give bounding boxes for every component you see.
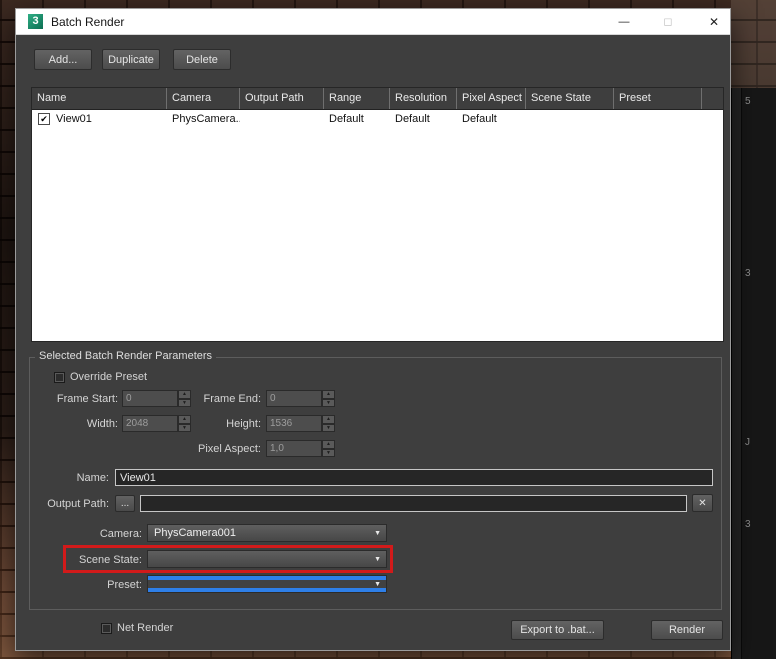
chevron-down-icon: ▼ [374,556,381,564]
row-enabled-checkbox[interactable]: ✔ [38,113,50,125]
background-text-fragment: J [745,437,750,448]
browse-button[interactable]: ... [115,495,135,512]
clear-output-path-button[interactable]: ✕ [692,494,713,512]
chevron-down-icon: ▼ [374,581,381,589]
output-path-label: Output Path: [26,498,109,510]
pixel-aspect-spinner: ▲ ▼ [266,440,336,457]
pixel-aspect-label: Pixel Aspect: [171,443,261,455]
window-title: Batch Render [51,15,124,29]
list-header: Name Camera Output Path Range Resolution… [32,88,723,110]
row-range: Default [324,113,390,125]
delete-button[interactable]: Delete [173,49,231,70]
override-preset-label: Override Preset [70,371,147,383]
output-path-input[interactable] [140,495,687,512]
pixel-aspect-spinner-arrows: ▲ ▼ [322,440,335,457]
render-button[interactable]: Render [651,620,723,640]
column-header-preset: Preset [614,88,702,109]
width-label: Width: [28,418,118,430]
pixel-aspect-input [266,440,322,457]
frame-end-spinner: ▲ ▼ [266,390,336,407]
column-header-scene-state: Scene State [526,88,614,109]
scene-state-label: Scene State: [52,554,142,566]
group-title: Selected Batch Render Parameters [35,350,216,362]
background-text-fragment: 5 [745,96,751,107]
frame-end-input [266,390,322,407]
background-text-fragment: 3 [745,268,751,279]
list-item[interactable]: ✔ View01 PhysCamera... Default Default D… [32,110,723,128]
minimize-button[interactable]: — [608,9,640,35]
background-side-panel: 5 3 J 3 [731,88,776,659]
spinner-up-icon: ▲ [322,390,335,399]
app-logo-icon: 3 [28,14,43,29]
preset-dropdown[interactable]: ▼ [147,575,387,593]
override-preset-checkbox[interactable] [54,372,65,383]
name-input[interactable] [115,469,713,486]
row-resolution: Default [390,113,457,125]
frame-end-label: Frame End: [171,393,261,405]
duplicate-button[interactable]: Duplicate [102,49,160,70]
width-input [122,415,178,432]
preset-label: Preset: [52,579,142,591]
row-pixel-aspect: Default [457,113,526,125]
batch-render-list: Name Camera Output Path Range Resolution… [31,87,724,342]
background-scroll-strip [732,88,742,659]
camera-label: Camera: [52,528,142,540]
column-header-filler [702,88,723,109]
row-name: View01 [56,113,92,125]
frame-end-spinner-arrows: ▲ ▼ [322,390,335,407]
chevron-down-icon: ▼ [374,530,381,538]
export-bat-button[interactable]: Export to .bat... [511,620,604,640]
column-header-range: Range [324,88,390,109]
close-icon[interactable]: ✕ [698,9,730,35]
name-label: Name: [26,472,109,484]
spinner-down-icon: ▼ [322,424,335,433]
net-render-label: Net Render [117,622,173,634]
column-header-name: Name [32,88,167,109]
camera-dropdown[interactable]: PhysCamera001 ▼ [147,524,387,542]
column-header-pixel-aspect: Pixel Aspect [457,88,526,109]
viewport-brick-corner [731,0,776,88]
net-render-checkbox[interactable] [101,623,112,634]
height-input [266,415,322,432]
check-icon: ✔ [40,114,48,124]
spinner-up-icon: ▲ [322,440,335,449]
spinner-down-icon: ▼ [322,399,335,408]
column-header-output-path: Output Path [240,88,324,109]
height-spinner-arrows: ▲ ▼ [322,415,335,432]
column-header-camera: Camera [167,88,240,109]
background-text-fragment: 3 [745,519,751,530]
frame-start-label: Frame Start: [28,393,118,405]
maximize-button: ◻ [652,9,684,35]
add-button[interactable]: Add... [34,49,92,70]
column-header-resolution: Resolution [390,88,457,109]
batch-render-dialog: 3 Batch Render — ◻ ✕ Add... Duplicate De… [15,8,731,651]
camera-value: PhysCamera001 [154,527,236,539]
height-label: Height: [171,418,261,430]
spinner-up-icon: ▲ [322,415,335,424]
frame-start-input [122,390,178,407]
spinner-down-icon: ▼ [322,449,335,458]
height-spinner: ▲ ▼ [266,415,336,432]
scene-state-dropdown[interactable]: ▼ [147,550,387,568]
title-bar[interactable]: 3 Batch Render — ◻ ✕ [16,9,730,35]
row-camera: PhysCamera... [167,113,240,125]
